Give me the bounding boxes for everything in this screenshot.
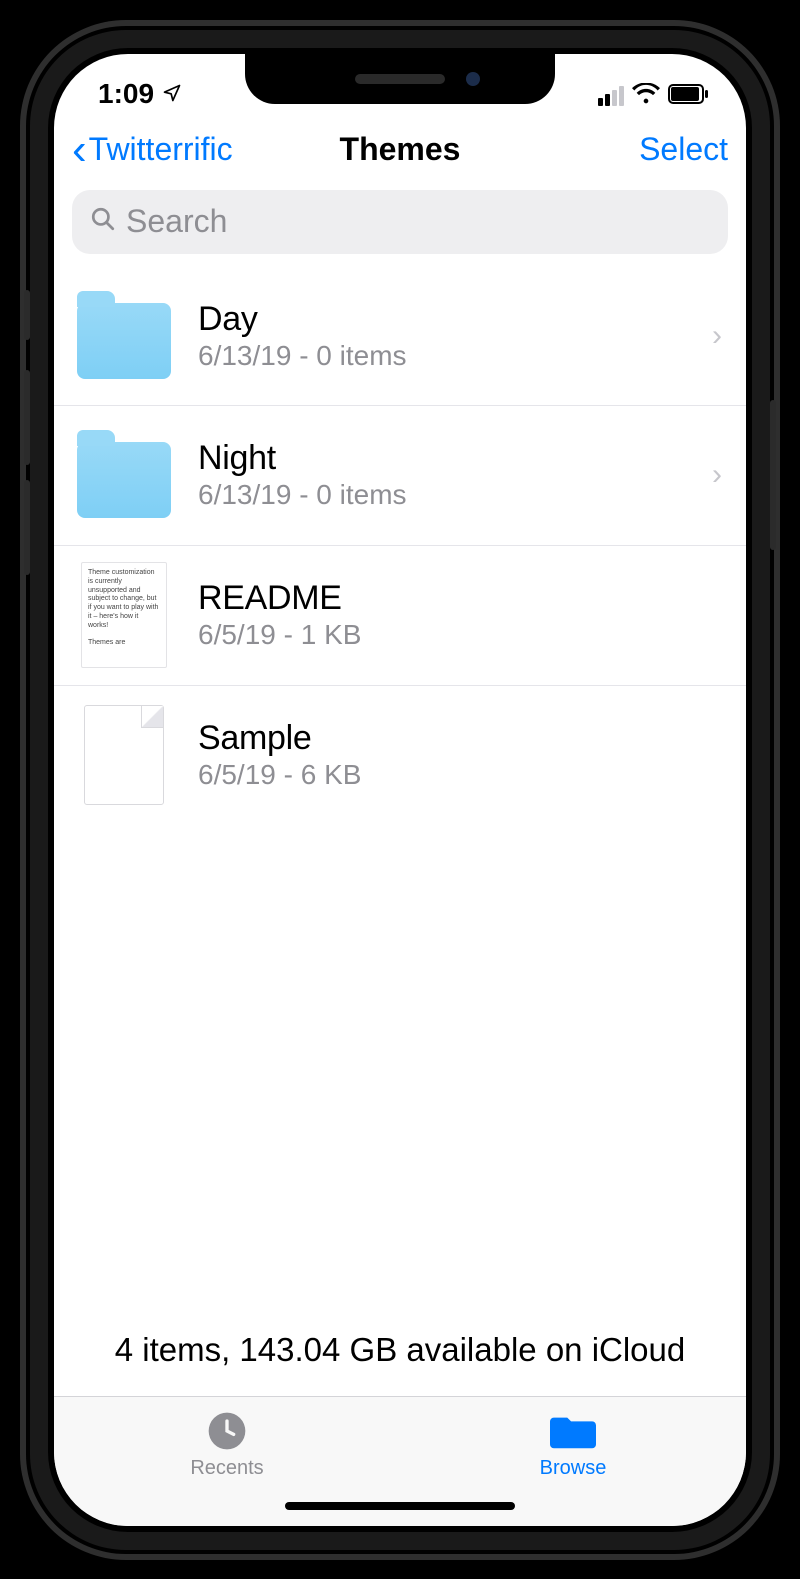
search-input[interactable]: Search — [72, 190, 728, 254]
chevron-left-icon: ‹ — [72, 128, 87, 172]
back-label: Twitterrific — [89, 131, 233, 168]
phone-frame: 1:09 — [30, 30, 770, 1550]
document-icon — [84, 705, 164, 805]
file-list: Day 6/13/19 - 0 items › Night 6/13/19 - … — [54, 266, 746, 1329]
list-item[interactable]: Day 6/13/19 - 0 items › — [54, 266, 746, 406]
item-title: Day — [198, 300, 688, 339]
list-item[interactable]: Night 6/13/19 - 0 items › — [54, 406, 746, 546]
search-placeholder: Search — [126, 203, 227, 240]
location-arrow-icon — [162, 78, 182, 110]
chevron-right-icon: › — [712, 319, 728, 353]
select-button[interactable]: Select — [639, 131, 728, 168]
battery-icon — [668, 84, 710, 109]
page-title: Themes — [340, 131, 461, 168]
item-subtitle: 6/5/19 - 1 KB — [198, 619, 728, 651]
volume-down-button — [24, 480, 30, 575]
search-icon — [90, 203, 116, 240]
chevron-right-icon: › — [712, 458, 728, 492]
item-subtitle: 6/5/19 - 6 KB — [198, 759, 728, 791]
wifi-icon — [632, 83, 660, 110]
notch — [245, 54, 555, 104]
folder-icon — [77, 303, 171, 379]
mute-switch — [24, 290, 30, 340]
tab-label: Recents — [190, 1457, 263, 1480]
screen: 1:09 — [54, 54, 746, 1526]
item-subtitle: 6/13/19 - 0 items — [198, 479, 688, 511]
folder-icon — [77, 442, 171, 518]
folder-icon — [550, 1409, 596, 1453]
side-button — [770, 400, 776, 550]
item-title: Night — [198, 439, 688, 478]
list-item[interactable]: Sample 6/5/19 - 6 KB — [54, 686, 746, 826]
item-subtitle: 6/13/19 - 0 items — [198, 340, 688, 372]
home-indicator[interactable] — [285, 1502, 515, 1510]
back-button[interactable]: ‹ Twitterrific — [72, 128, 233, 172]
text-document-icon: Theme customization is currently unsuppo… — [81, 562, 167, 668]
list-item[interactable]: Theme customization is currently unsuppo… — [54, 546, 746, 686]
nav-bar: ‹ Twitterrific Themes Select — [54, 114, 746, 186]
clock-icon — [207, 1409, 247, 1453]
item-title: Sample — [198, 719, 728, 758]
item-title: README — [198, 579, 728, 618]
storage-summary: 4 items, 143.04 GB available on iCloud — [54, 1329, 746, 1396]
cellular-signal-icon — [598, 86, 624, 106]
status-time: 1:09 — [98, 78, 154, 110]
tab-label: Browse — [540, 1457, 607, 1480]
front-camera — [466, 72, 480, 86]
speaker — [355, 74, 445, 84]
volume-up-button — [24, 370, 30, 465]
